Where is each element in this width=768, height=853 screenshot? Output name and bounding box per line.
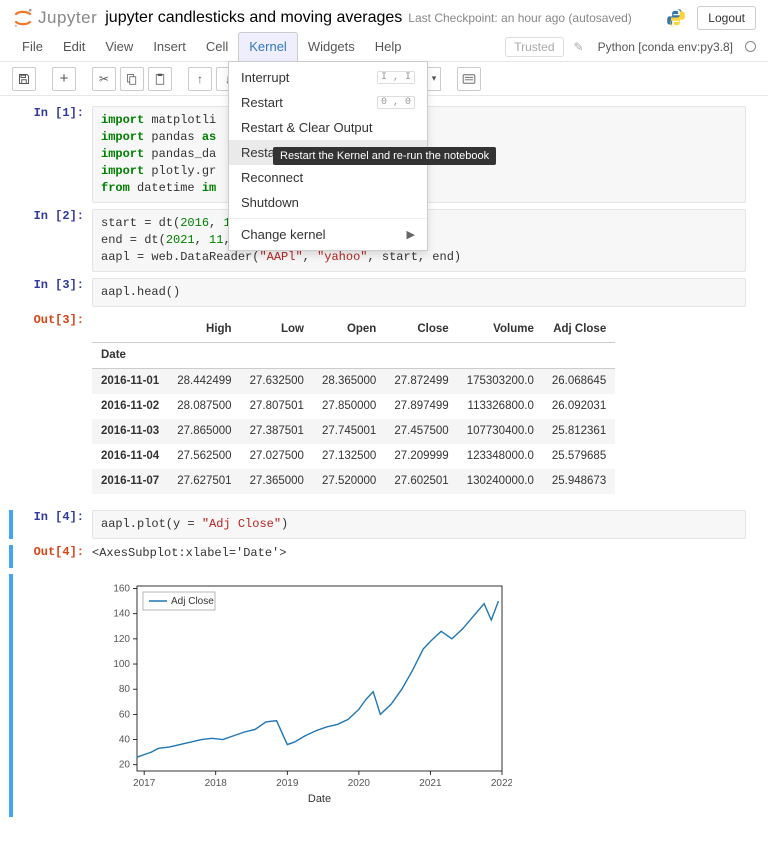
code-cell-selected[interactable]: In [4]: aapl.plot(y = "Adj Close") [22, 510, 746, 539]
jupyter-wordmark: Jupyter [38, 8, 97, 28]
svg-text:Adj Close: Adj Close [171, 596, 214, 607]
copy-button[interactable] [120, 67, 144, 91]
svg-text:Date: Date [308, 793, 331, 805]
output-cell: Out[3]: HighLowOpenCloseVolumeAdj Close … [22, 313, 746, 500]
command-palette-button[interactable] [457, 67, 481, 91]
menu-file[interactable]: File [12, 32, 53, 62]
menu-bar: File Edit View Insert Cell Kernel Widget… [0, 32, 768, 62]
menu-insert[interactable]: Insert [143, 32, 196, 62]
arrow-up-icon: ↑ [197, 72, 203, 86]
move-up-button[interactable]: ↑ [188, 67, 212, 91]
cut-button[interactable]: ✂ [92, 67, 116, 91]
selection-bar [9, 510, 13, 539]
kernel-name[interactable]: Python [conda env:py3.8] [592, 37, 739, 57]
code-body[interactable]: aapl.plot(y = "Adj Close") [92, 510, 746, 539]
trusted-badge[interactable]: Trusted [505, 37, 563, 57]
logout-button[interactable]: Logout [697, 6, 756, 30]
jupyter-logo-icon [12, 7, 34, 29]
svg-text:2019: 2019 [276, 778, 299, 789]
in-prompt: In [4]: [22, 510, 92, 539]
column-header: Volume [458, 317, 543, 343]
svg-text:160: 160 [113, 584, 130, 595]
menu-view[interactable]: View [95, 32, 143, 62]
svg-text:40: 40 [119, 735, 131, 746]
svg-text:120: 120 [113, 634, 130, 645]
svg-text:80: 80 [119, 684, 131, 695]
index-name: Date [92, 343, 168, 369]
kernel-status-icon [745, 41, 756, 52]
python-icon [665, 7, 687, 29]
table-row: 2016-11-0727.62750127.36500027.52000027.… [92, 469, 615, 494]
column-header: Adj Close [543, 317, 615, 343]
svg-text:2017: 2017 [133, 778, 156, 789]
menu-help[interactable]: Help [365, 32, 412, 62]
scissors-icon: ✂ [99, 72, 109, 86]
svg-text:60: 60 [119, 709, 131, 720]
menu-kernel[interactable]: Kernel [238, 32, 298, 62]
svg-text:20: 20 [119, 760, 131, 771]
in-prompt: In [1]: [22, 106, 92, 203]
out-prompt: Out[3]: [22, 313, 92, 500]
plus-icon: + [60, 70, 69, 87]
code-cell[interactable]: In [3]: aapl.head() [22, 278, 746, 307]
kernel-change[interactable]: Change kernel ▶ [229, 222, 427, 247]
svg-text:2018: 2018 [205, 778, 228, 789]
output-text: <AxesSubplot:xlabel='Date'> [92, 545, 746, 568]
svg-text:100: 100 [113, 659, 130, 670]
svg-text:2022: 2022 [491, 778, 512, 789]
svg-text:2021: 2021 [419, 778, 442, 789]
table-row: 2016-11-0228.08750027.80750127.85000027.… [92, 394, 615, 419]
paste-icon [154, 73, 166, 85]
output-body: HighLowOpenCloseVolumeAdj Close Date 201… [92, 313, 746, 500]
save-button[interactable] [12, 67, 36, 91]
column-header: High [168, 317, 240, 343]
dataframe-table: HighLowOpenCloseVolumeAdj Close Date 201… [92, 317, 615, 494]
kernel-restart-clear[interactable]: Restart & Clear Output [229, 115, 427, 140]
menu-edit[interactable]: Edit [53, 32, 95, 62]
kernel-interrupt[interactable]: Interrupt I , I [229, 65, 427, 90]
jupyter-logo[interactable]: Jupyter [12, 7, 97, 29]
table-row: 2016-11-0128.44249927.63250028.36500027.… [92, 369, 615, 395]
in-prompt: In [2]: [22, 209, 92, 272]
keyboard-icon [462, 74, 476, 84]
header: Jupyter jupyter candlesticks and moving … [0, 0, 768, 32]
caret-down-icon: ▾ [432, 73, 437, 84]
output-chart-cell: 20 40 60 80 100 120 140 160 2017 2018 2019 2020 2021… [22, 574, 746, 817]
table-row: 2016-11-0427.56250027.02750027.13250027.… [92, 444, 615, 469]
add-cell-button[interactable]: + [52, 67, 76, 91]
code-body[interactable]: aapl.head() [92, 278, 746, 307]
edit-icon[interactable]: ✎ [574, 40, 584, 54]
out-prompt: Out[4]: [22, 545, 92, 568]
paste-button[interactable] [148, 67, 172, 91]
kernel-shutdown[interactable]: Shutdown [229, 190, 427, 215]
column-header: Open [313, 317, 385, 343]
selection-bar [9, 545, 13, 568]
output-cell: Out[4]: <AxesSubplot:xlabel='Date'> [22, 545, 746, 568]
checkpoint-text: Last Checkpoint: an hour ago (autosaved) [408, 11, 632, 25]
table-row: 2016-11-0327.86500027.38750127.74500127.… [92, 419, 615, 444]
menu-separator [229, 218, 427, 219]
svg-text:2020: 2020 [348, 778, 371, 789]
save-icon [18, 73, 30, 85]
line-chart: 20 40 60 80 100 120 140 160 2017 2018 2019 2020 2021… [92, 576, 512, 811]
selection-bar [9, 574, 13, 817]
column-header: Low [241, 317, 313, 343]
menu-widgets[interactable]: Widgets [298, 32, 365, 62]
tooltip: Restart the Kernel and re-run the notebo… [273, 147, 496, 165]
copy-icon [126, 73, 138, 85]
svg-text:140: 140 [113, 609, 130, 620]
kernel-reconnect[interactable]: Reconnect [229, 165, 427, 190]
column-header: Close [385, 317, 457, 343]
menu-cell[interactable]: Cell [196, 32, 238, 62]
notebook-title[interactable]: jupyter candlesticks and moving averages [105, 9, 402, 27]
submenu-arrow-icon: ▶ [407, 228, 415, 241]
in-prompt: In [3]: [22, 278, 92, 307]
kernel-restart[interactable]: Restart 0 , 0 [229, 90, 427, 115]
